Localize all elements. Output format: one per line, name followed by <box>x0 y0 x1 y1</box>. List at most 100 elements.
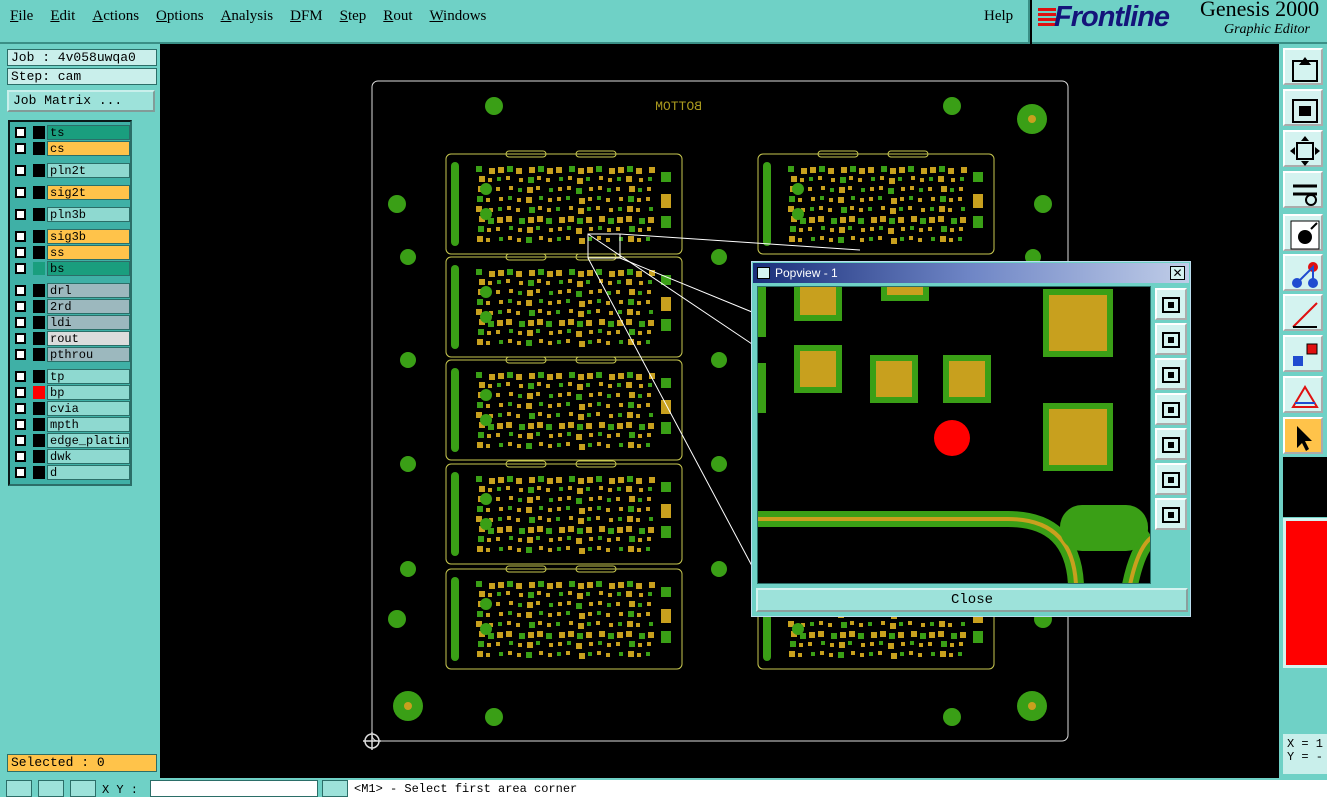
layer-row-tp[interactable]: tp <box>13 369 133 384</box>
job-matrix-button[interactable]: Job Matrix ... <box>7 90 155 112</box>
measure-line-icon[interactable] <box>1283 294 1323 331</box>
layer-name[interactable]: pln2t <box>47 163 130 178</box>
pad-select-icon[interactable] <box>1283 335 1323 372</box>
layer-color-swatch[interactable] <box>33 230 45 243</box>
layer-checkbox[interactable] <box>15 301 26 312</box>
layer-checkbox[interactable] <box>15 467 26 478</box>
layer-name[interactable]: edge_plating <box>47 433 130 448</box>
menu-help[interactable]: Help <box>984 8 1013 25</box>
menu-step[interactable]: Step <box>340 8 367 25</box>
layer-row-sig2t[interactable]: sig2t <box>13 185 133 200</box>
layer-color-swatch[interactable] <box>33 466 45 479</box>
layer-row-2rd[interactable]: 2rd <box>13 299 133 314</box>
zoom-home-icon[interactable] <box>1283 48 1323 85</box>
layer-checkbox[interactable] <box>15 387 26 398</box>
layer-row-edge-plating[interactable]: edge_plating <box>13 433 133 448</box>
close-button[interactable]: Close <box>756 588 1188 612</box>
layer-checkbox[interactable] <box>15 285 26 296</box>
layer-color-swatch[interactable] <box>33 450 45 463</box>
layer-row-mpth[interactable]: mpth <box>13 417 133 432</box>
layer-color-swatch[interactable] <box>33 386 45 399</box>
menu-file[interactable]: File <box>10 8 33 25</box>
layer-color-swatch[interactable] <box>33 332 45 345</box>
layer-row-dwk[interactable]: dwk <box>13 449 133 464</box>
zoom-in-icon[interactable] <box>1155 288 1187 320</box>
layer-name[interactable]: ts <box>47 125 130 140</box>
layer-row-bp[interactable]: bp <box>13 385 133 400</box>
layer-checkbox[interactable] <box>15 349 26 360</box>
xy-input[interactable] <box>150 780 318 797</box>
layer-checkbox[interactable] <box>15 371 26 382</box>
layer-row-pln3b[interactable]: pln3b <box>13 207 133 222</box>
menu-rout[interactable]: Rout <box>383 8 412 25</box>
menu-actions[interactable]: Actions <box>92 8 139 25</box>
layer-checkbox[interactable] <box>15 451 26 462</box>
layer-checkbox[interactable] <box>15 263 26 274</box>
layer-name[interactable]: ss <box>47 245 130 260</box>
layer-row-cs[interactable]: cs <box>13 141 133 156</box>
layer-name[interactable]: bs <box>47 261 130 276</box>
layer-checkbox[interactable] <box>15 187 26 198</box>
layer-checkbox[interactable] <box>15 333 26 344</box>
pan-left-icon[interactable] <box>1155 393 1187 425</box>
layer-row-ss[interactable]: ss <box>13 245 133 260</box>
layer-color-swatch[interactable] <box>33 142 45 155</box>
layer-color-swatch[interactable] <box>33 164 45 177</box>
net-icon[interactable] <box>1283 254 1323 291</box>
layer-color-swatch[interactable] <box>33 434 45 447</box>
snap-icon[interactable] <box>6 780 32 797</box>
menu-dfm[interactable]: DFM <box>290 8 323 25</box>
pointer-icon[interactable] <box>1283 417 1323 454</box>
popview-zoomed-view[interactable] <box>758 287 1151 584</box>
layer-color-swatch[interactable] <box>33 300 45 313</box>
menu-edit[interactable]: Edit <box>50 8 75 25</box>
layer-name[interactable]: sig3b <box>47 229 130 244</box>
layer-color-swatch[interactable] <box>33 208 45 221</box>
layer-name[interactable]: drl <box>47 283 130 298</box>
menu-analysis[interactable]: Analysis <box>221 8 274 25</box>
layer-color-swatch[interactable] <box>33 284 45 297</box>
layer-name[interactable]: 2rd <box>47 299 130 314</box>
layer-color-swatch[interactable] <box>33 262 45 275</box>
layer-checkbox[interactable] <box>15 419 26 430</box>
layer-color-swatch[interactable] <box>33 418 45 431</box>
layer-row-rout[interactable]: rout <box>13 331 133 346</box>
close-icon[interactable]: ✕ <box>1170 266 1185 280</box>
layer-row-pln2t[interactable]: pln2t <box>13 163 133 178</box>
select-dot-icon[interactable] <box>1283 214 1323 251</box>
layer-checkbox[interactable] <box>15 165 26 176</box>
drc-icon[interactable] <box>1283 376 1323 413</box>
layer-color-swatch[interactable] <box>33 316 45 329</box>
pan-icon[interactable] <box>322 780 348 797</box>
measure-icon[interactable] <box>38 780 64 797</box>
layer-checkbox[interactable] <box>15 127 26 138</box>
layer-name[interactable]: ldi <box>47 315 130 330</box>
popview-canvas[interactable] <box>757 286 1151 584</box>
layer-checkbox[interactable] <box>15 403 26 414</box>
layer-row-cvia[interactable]: cvia <box>13 401 133 416</box>
layer-name[interactable]: dwk <box>47 449 130 464</box>
layer-color-swatch[interactable] <box>33 402 45 415</box>
layer-checkbox[interactable] <box>15 317 26 328</box>
layer-checkbox[interactable] <box>15 209 26 220</box>
layer-checkbox[interactable] <box>15 435 26 446</box>
layer-checkbox[interactable] <box>15 247 26 258</box>
layer-name[interactable]: cvia <box>47 401 130 416</box>
zoom-down-icon[interactable] <box>1155 358 1187 390</box>
tools-icon[interactable] <box>1283 171 1323 208</box>
grid-icon[interactable] <box>70 780 96 797</box>
fit-expand-icon[interactable] <box>1155 463 1187 495</box>
layer-color-swatch[interactable] <box>33 370 45 383</box>
layer-row-ldi[interactable]: ldi <box>13 315 133 330</box>
layer-name[interactable]: pthrou <box>47 347 130 362</box>
layer-row-bs[interactable]: bs <box>13 261 133 276</box>
layer-name[interactable]: bp <box>47 385 130 400</box>
layer-color-swatch[interactable] <box>33 126 45 139</box>
popview-titlebar[interactable]: Popview - 1 ✕ <box>753 263 1189 283</box>
layer-row-sig3b[interactable]: sig3b <box>13 229 133 244</box>
layer-name[interactable]: rout <box>47 331 130 346</box>
layer-row-ts[interactable]: ts <box>13 125 133 140</box>
layer-name[interactable]: tp <box>47 369 130 384</box>
layer-color-swatch[interactable] <box>33 348 45 361</box>
layer-color-swatch[interactable] <box>33 186 45 199</box>
